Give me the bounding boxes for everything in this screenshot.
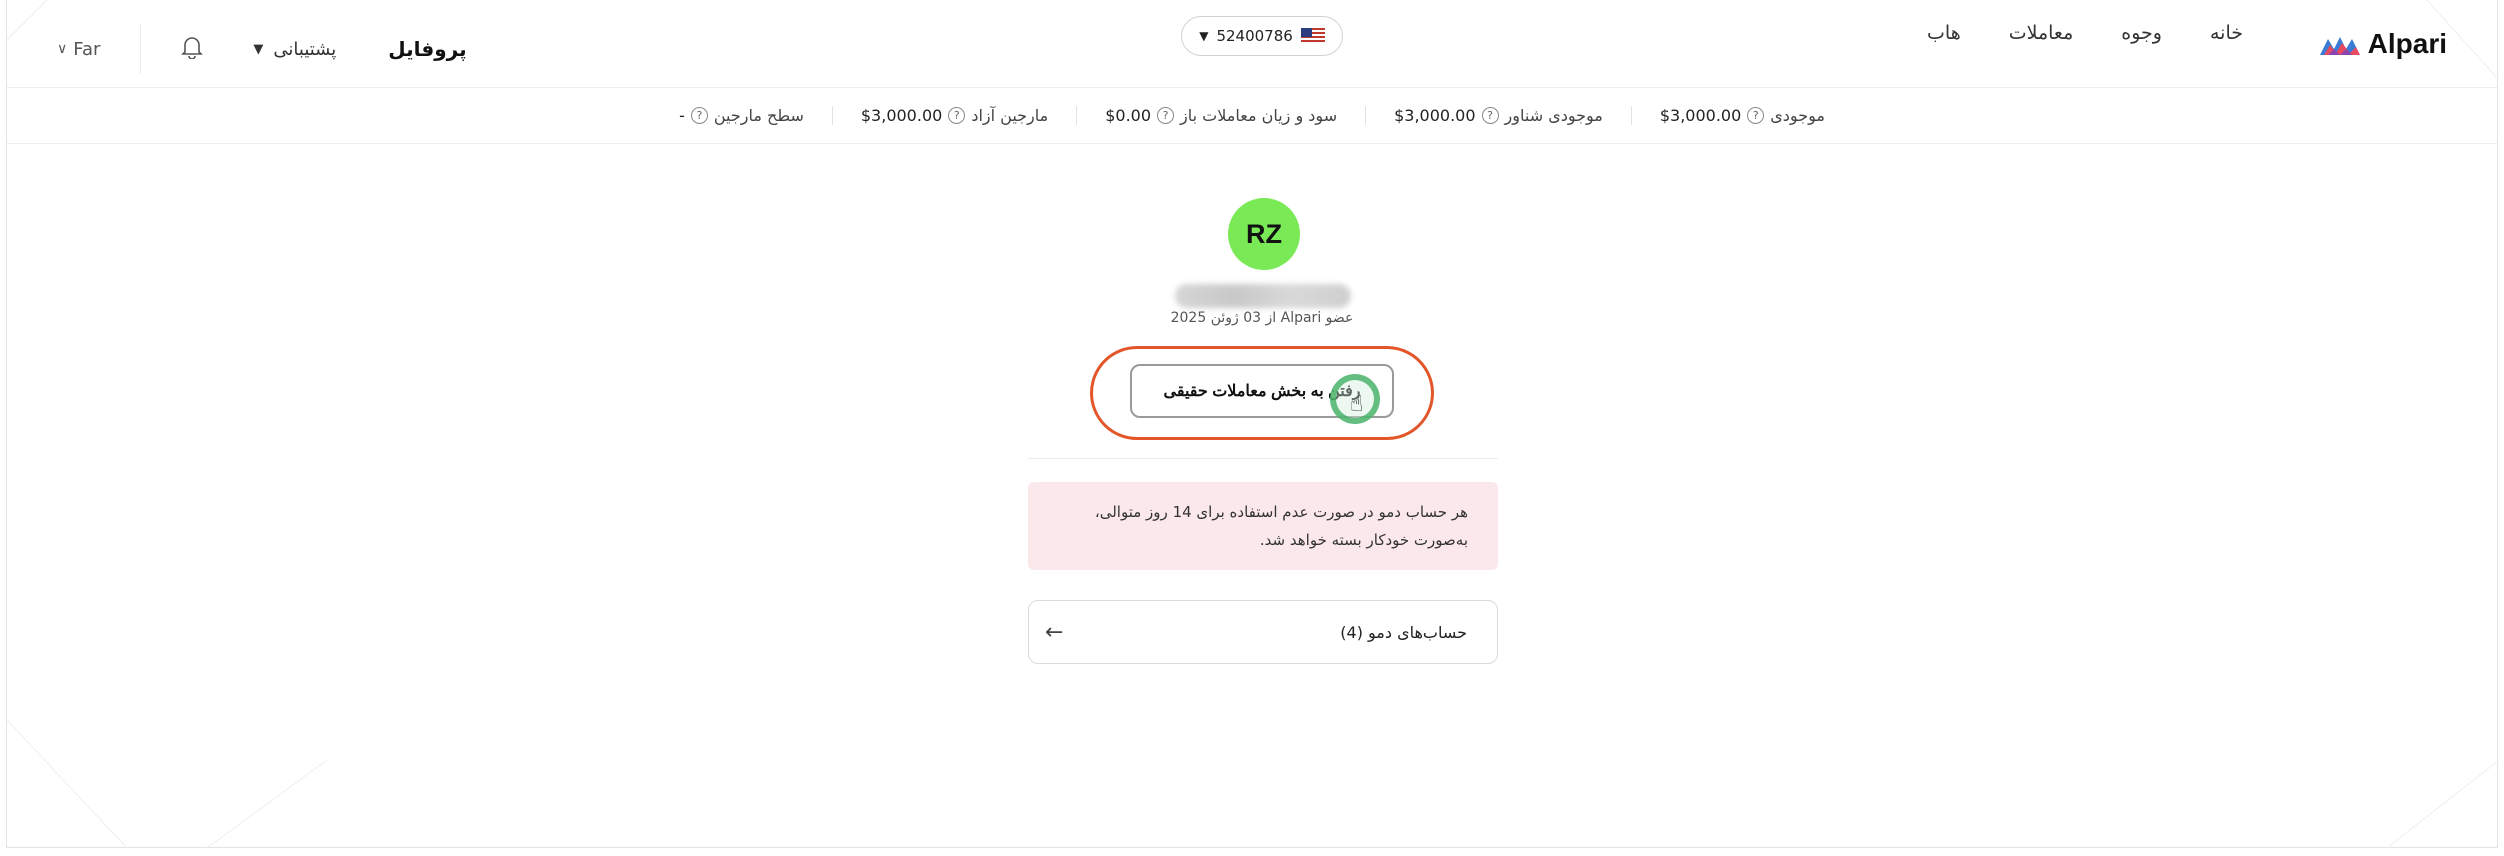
account-selector[interactable]: ▼ 52400786: [1181, 16, 1343, 56]
brand-name: Alpari: [2367, 28, 2447, 59]
blurred-user-name: [1175, 284, 1351, 308]
chevron-down-icon: ▼: [253, 41, 264, 57]
member-since-text: عضو Alpari از 03 ژوئن 2025: [1170, 310, 1354, 326]
help-icon[interactable]: ?: [1747, 107, 1765, 124]
nav-item-home[interactable]: خانه: [2186, 22, 2267, 44]
nav-item-trading[interactable]: معاملات: [1985, 22, 2098, 44]
main-nav: خانه وجوه معاملات هاب: [1903, 22, 2267, 44]
arrow-left-icon: ←: [1045, 619, 1064, 645]
stat-open-pnl: سود و زیان معاملات باز ? $0.00: [1076, 106, 1365, 125]
us-flag-icon: [1300, 28, 1325, 44]
stat-value: $0.00: [1105, 106, 1152, 125]
stat-margin-level: سطح مارجین ? -: [651, 106, 832, 125]
stat-value: $3,000.00: [1659, 106, 1742, 125]
help-icon[interactable]: ?: [690, 107, 708, 124]
help-icon[interactable]: ?: [1481, 107, 1499, 124]
demo-accounts-label: حساب‌های دمو (4): [1340, 622, 1467, 642]
alpari-logo-icon: [2319, 37, 2360, 55]
stat-label: سود و زیان معاملات باز: [1180, 106, 1338, 125]
app-frame: Alpari خانه وجوه معاملات هاب ▼ 52400786: [6, 0, 2499, 848]
header-tools: ∨ Far پشتیبانی ▼ پروفایل: [57, 24, 467, 74]
stat-free-margin: مارجین آزاد ? $3,000.00: [831, 106, 1076, 125]
demo-accounts-row[interactable]: ← حساب‌های دمو (4): [1028, 600, 1498, 664]
help-icon[interactable]: ?: [948, 107, 966, 124]
nav-item-funds[interactable]: وجوه: [2097, 22, 2186, 44]
demo-expiry-notice: هر حساب دمو در صورت عدم استفاده برای 14 …: [1028, 482, 1498, 570]
brand-logo[interactable]: Alpari: [2319, 28, 2447, 60]
stat-value: $3,000.00: [1394, 106, 1476, 125]
notice-line-1: هر حساب دمو در صورت عدم استفاده برای 14 …: [1094, 503, 1468, 521]
stat-label: موجودی: [1770, 106, 1825, 125]
help-icon[interactable]: ?: [1157, 107, 1175, 124]
support-menu[interactable]: پشتیبانی ▼: [253, 39, 336, 60]
top-navigation-bar: Alpari خانه وجوه معاملات هاب ▼ 52400786: [7, 0, 2497, 88]
stat-equity: موجودی شناور ? $3,000.00: [1365, 106, 1631, 125]
stat-value: $3,000.00: [860, 106, 943, 125]
nav-item-hub[interactable]: هاب: [1903, 22, 1985, 44]
account-stats-bar: موجودی ? $3,000.00 موجودی شناور ? $3,000…: [7, 88, 2497, 144]
chevron-down-icon: ∨: [57, 41, 68, 57]
section-divider: [1028, 458, 1498, 459]
support-label: پشتیبانی: [273, 38, 337, 60]
avatar: RZ: [1228, 198, 1300, 270]
stat-label: موجودی شناور: [1504, 106, 1603, 125]
stat-label: مارجین آزاد: [971, 106, 1049, 125]
language-selector[interactable]: ∨ Far: [57, 39, 100, 60]
chevron-down-icon: ▼: [1199, 29, 1209, 43]
account-number: 52400786: [1216, 27, 1293, 45]
stat-value: -: [679, 106, 685, 125]
divider: [140, 24, 142, 74]
bell-icon[interactable]: [181, 35, 204, 63]
hand-cursor-icon: ☝: [1350, 392, 1364, 417]
stat-label: سطح مارجین: [713, 106, 804, 125]
stat-balance: موجودی ? $3,000.00: [1630, 106, 1853, 125]
notice-line-2: به‌صورت خودکار بسته خواهد شد.: [1259, 531, 1468, 549]
language-label: Far: [73, 38, 101, 60]
profile-link[interactable]: پروفایل: [388, 37, 466, 61]
